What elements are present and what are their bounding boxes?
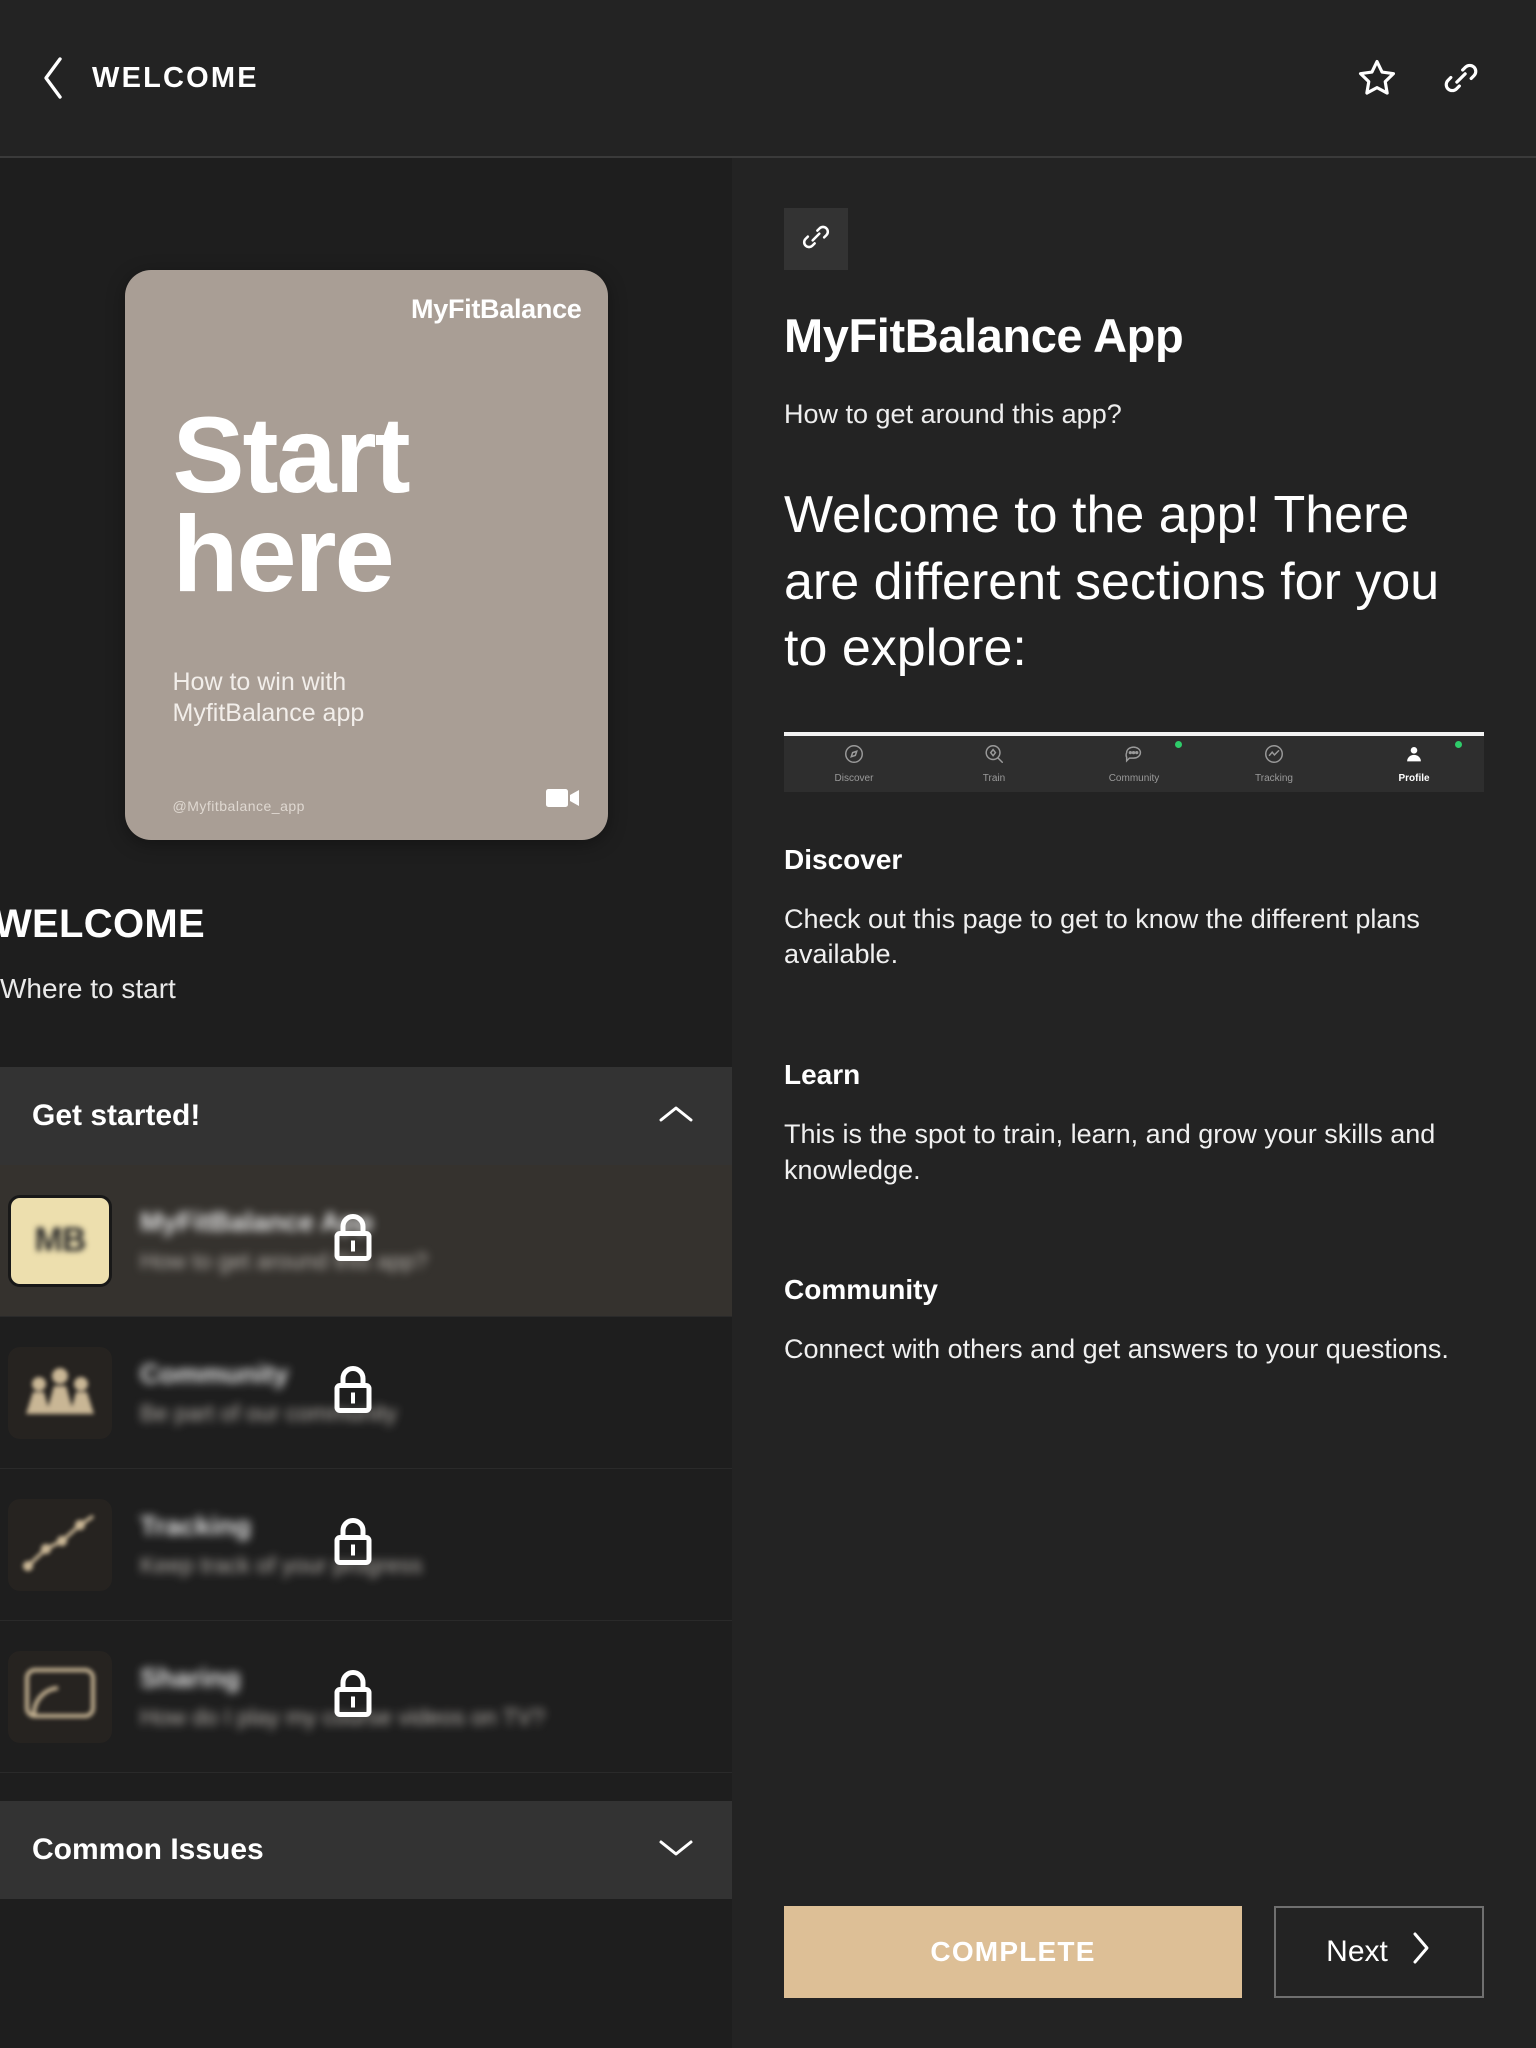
back-navigation[interactable]: WELCOME — [0, 55, 259, 101]
lesson-texts: Tracking Keep track of your progress — [140, 1511, 423, 1579]
content-area: MyFitBalance Start here How to win with … — [0, 158, 1536, 2048]
user-icon — [1403, 743, 1425, 770]
next-button[interactable]: Next — [1274, 1906, 1484, 1998]
navshot-label: Community — [1108, 773, 1160, 785]
notification-dot — [1455, 741, 1462, 749]
lock-icon — [330, 1363, 376, 1422]
top-app-bar: WELCOME — [0, 0, 1536, 158]
chevron-down-icon[interactable] — [658, 1837, 694, 1864]
tv-screen-icon — [22, 1664, 98, 1729]
app-navbar-screenshot: Discover Train Community Tracking Profil… — [784, 731, 1484, 792]
section-body: Connect with others and get answers to y… — [784, 1334, 1449, 1365]
cover-handle: @Myfitbalance_app — [172, 798, 305, 814]
chat-bubble-icon — [1123, 743, 1145, 770]
lesson-thumbnail: MB — [8, 1194, 112, 1287]
navshot-label: Discover — [834, 773, 874, 785]
lesson-thumbnail — [8, 1650, 112, 1743]
section-discover: Discover Check out this page to get to k… — [784, 844, 1484, 973]
navshot-item-community: Community — [1064, 741, 1204, 785]
section-community: Community Connect with others and get an… — [784, 1274, 1484, 1368]
section-body: Check out this page to get to know the d… — [784, 903, 1420, 970]
video-camera-icon — [545, 787, 580, 814]
list-item[interactable]: Community Be part of our community — [0, 1317, 732, 1469]
star-icon[interactable] — [1354, 55, 1400, 101]
next-button-label: Next — [1326, 1935, 1388, 1968]
lesson-title: Tracking — [140, 1510, 252, 1541]
lesson-heading: MyFitBalance App — [784, 309, 1184, 362]
right-panel: MyFitBalance App How to get around this … — [732, 158, 1536, 2048]
activity-circle-icon — [1263, 743, 1285, 770]
accordion-get-started-label: Get started! — [32, 1099, 201, 1132]
chevron-left-icon[interactable] — [38, 55, 68, 101]
navshot-label: Train — [982, 773, 1006, 785]
left-section-title: WELCOME — [0, 902, 205, 946]
hero-thumbnail-wrap: MyFitBalance Start here How to win with … — [0, 158, 732, 840]
lesson-description: Keep track of your progress — [140, 1551, 423, 1578]
navshot-label: Profile — [1398, 773, 1430, 785]
list-item[interactable]: MB MyFitBalance App How to get around th… — [0, 1165, 732, 1317]
accordion-get-started[interactable]: Get started! — [0, 1067, 732, 1165]
lock-icon — [330, 1667, 376, 1726]
lesson-texts: MyFitBalance App How to get around this … — [140, 1207, 428, 1275]
notification-dot — [1175, 741, 1182, 749]
top-bar-actions — [1354, 55, 1536, 101]
section-heading: Learn — [784, 1058, 861, 1090]
cover-headline: Start here — [172, 394, 411, 615]
cover-subtitle-line1: How to win with — [172, 668, 347, 696]
action-buttons: COMPLETE Next — [784, 1906, 1484, 1998]
left-panel: MyFitBalance Start here How to win with … — [0, 158, 732, 2048]
lesson-lede: Welcome to the app! There are different … — [784, 486, 1440, 678]
compass-icon — [843, 743, 865, 770]
people-group-icon — [24, 1364, 96, 1421]
accordion-common-issues[interactable]: Common Issues — [0, 1801, 732, 1899]
link-icon — [800, 221, 832, 258]
navshot-item-tracking: Tracking — [1204, 743, 1344, 784]
list-item[interactable]: Tracking Keep track of your progress — [0, 1469, 732, 1621]
line-chart-icon — [22, 1511, 98, 1578]
lesson-thumbnail — [8, 1498, 112, 1591]
chevron-up-icon[interactable] — [658, 1103, 694, 1130]
lesson-description: How to get around this app? — [140, 1247, 428, 1274]
lesson-thumbnail — [8, 1346, 112, 1439]
lesson-thumbnail-text: MB — [34, 1221, 87, 1259]
navshot-label: Tracking — [1255, 773, 1293, 785]
section-learn: Learn This is the spot to train, learn, … — [784, 1059, 1484, 1188]
section-body: This is the spot to train, learn, and gr… — [784, 1118, 1436, 1185]
lesson-kicker: How to get around this app? — [784, 399, 1122, 429]
lock-icon — [330, 1515, 376, 1574]
chevron-right-icon — [1410, 1931, 1432, 1973]
section-heading: Discover — [784, 843, 903, 875]
left-section-subtitle: Where to start — [0, 973, 176, 1004]
target-search-icon — [983, 743, 1005, 770]
lesson-list: MB MyFitBalance App How to get around th… — [0, 1165, 732, 1773]
cover-brand: MyFitBalance — [411, 294, 582, 324]
cover-headline-line2: here — [172, 493, 395, 615]
navshot-item-train: Train — [924, 743, 1064, 784]
cover-subtitle-line2: MyfitBalance app — [172, 698, 365, 727]
list-item[interactable]: Sharing How do I play my course videos o… — [0, 1621, 732, 1773]
cover-headline-line1: Start — [172, 394, 411, 515]
lock-icon — [330, 1211, 376, 1270]
navshot-item-profile: Profile — [1344, 741, 1484, 785]
complete-button[interactable]: COMPLETE — [784, 1906, 1242, 1998]
section-heading: Community — [784, 1274, 938, 1306]
lesson-title: MyFitBalance App — [140, 1206, 374, 1237]
navshot-item-discover: Discover — [784, 743, 924, 784]
accordion-common-issues-label: Common Issues — [32, 1833, 264, 1866]
page-title: WELCOME — [92, 61, 259, 94]
link-icon[interactable] — [1438, 55, 1484, 101]
copy-link-button[interactable] — [784, 208, 848, 270]
course-cover-image[interactable]: MyFitBalance Start here How to win with … — [124, 270, 608, 840]
cover-subtitle: How to win with MyfitBalance app — [173, 667, 365, 728]
